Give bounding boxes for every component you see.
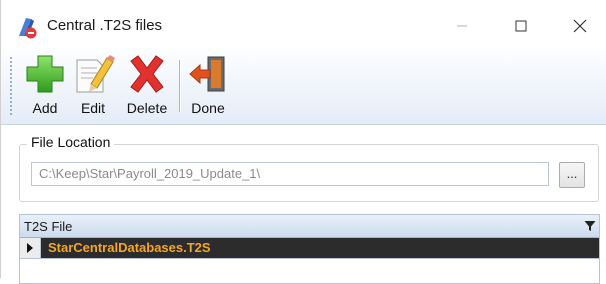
maximize-icon [515, 20, 527, 32]
filter-icon[interactable] [584, 220, 596, 232]
exit-door-icon [189, 56, 225, 92]
grid-header: T2S File [20, 215, 599, 238]
t2s-file-cell[interactable]: StarCentralDatabases.T2S [48, 240, 211, 255]
column-header-t2s-file[interactable]: T2S File [24, 219, 72, 234]
file-location-input[interactable]: C:\Keep\Star\Payroll_2019_Update_1\ [31, 162, 549, 186]
t2s-file-grid: T2S File StarCentralDatabases.T2S [19, 214, 600, 284]
done-button[interactable]: Done [183, 52, 233, 118]
browse-button[interactable]: ... [559, 162, 585, 188]
edit-button[interactable]: Edit [71, 52, 115, 118]
close-button[interactable] [557, 8, 603, 44]
row-pointer-icon [27, 243, 33, 253]
table-row[interactable]: StarCentralDatabases.T2S [20, 238, 599, 259]
file-location-legend: File Location [27, 134, 115, 150]
toolbar: Add Edit Delete Done [1, 48, 606, 125]
delete-label: Delete [126, 100, 168, 116]
row-indicator[interactable] [20, 238, 41, 258]
minimize-button[interactable] [439, 8, 485, 44]
app-icon [19, 18, 37, 39]
minimize-icon [457, 25, 467, 27]
delete-button[interactable]: Delete [121, 52, 173, 118]
toolbar-grip[interactable] [9, 56, 13, 116]
add-button[interactable]: Add [21, 52, 69, 118]
edit-label: Edit [80, 100, 106, 116]
add-label: Add [32, 100, 58, 116]
done-label: Done [191, 100, 225, 116]
central-t2s-files-window: Central .T2S files Add Edit Delete Done … [0, 0, 606, 284]
toolbar-separator [179, 60, 180, 112]
title-bar: Central .T2S files [1, 0, 606, 52]
pencil-paper-icon [76, 55, 115, 93]
green-plus-icon [26, 55, 64, 93]
close-icon [573, 19, 587, 33]
red-x-icon [130, 55, 164, 93]
window-title: Central .T2S files [47, 17, 163, 34]
maximize-button[interactable] [498, 8, 544, 44]
